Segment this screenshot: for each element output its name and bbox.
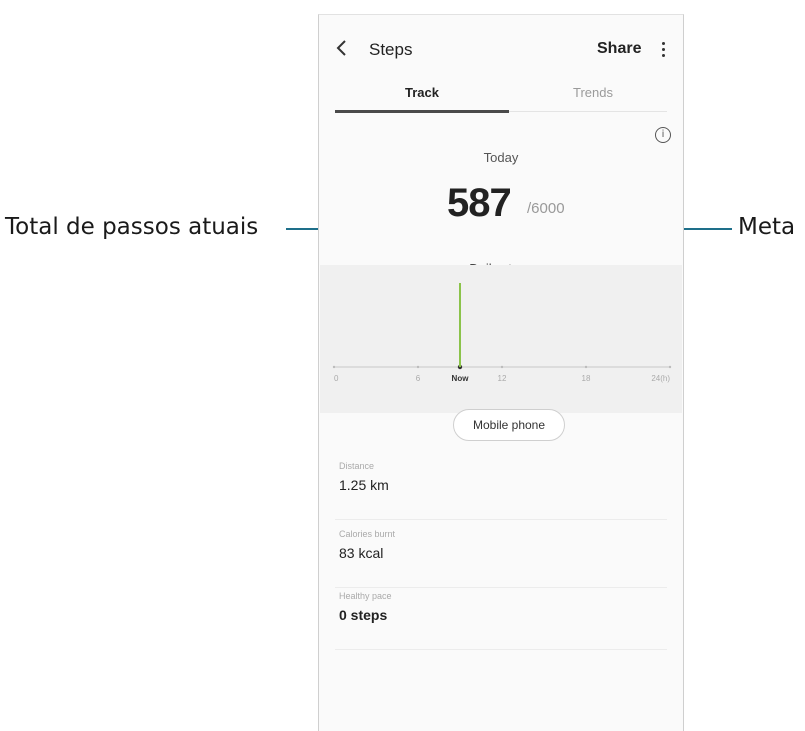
chart-tick-label: 18 xyxy=(582,374,591,383)
tab-trends[interactable]: Trends xyxy=(573,85,613,100)
chart-tick-mark xyxy=(668,365,672,369)
stat-label: Healthy pace xyxy=(339,591,392,601)
stat-label: Calories burnt xyxy=(339,529,396,539)
chart-bar xyxy=(459,283,461,367)
chart-tick-label: Now xyxy=(452,374,470,383)
period-label: Today xyxy=(483,150,519,165)
chart-tick-label: 12 xyxy=(498,374,507,383)
phone-screen: Steps Share Track Trends i Today 587 /60… xyxy=(318,14,684,731)
hourly-steps-chart: 0 6 Now 12 18 24(h) xyxy=(320,265,682,413)
stat-distance: Distance 1.25 km xyxy=(335,461,667,520)
stat-calories: Calories burnt 83 kcal xyxy=(335,529,667,588)
back-arrow-icon[interactable] xyxy=(335,39,349,57)
stat-value: 83 kcal xyxy=(339,545,384,561)
tab-track[interactable]: Track xyxy=(405,85,439,100)
tab-bar: Track Trends xyxy=(335,81,667,113)
tab-selected-indicator xyxy=(335,110,509,113)
chart-tick-mark xyxy=(332,365,336,369)
share-button[interactable]: Share xyxy=(597,40,641,58)
chart-tick-mark xyxy=(416,365,420,369)
stat-value: 1.25 km xyxy=(339,477,389,493)
stat-value: 0 steps xyxy=(339,607,388,623)
page-title: Steps xyxy=(369,40,413,59)
mobile-phone-source-button[interactable]: Mobile phone xyxy=(453,409,565,441)
callout-current-steps: Total de passos atuais xyxy=(5,214,259,240)
app-bar: Steps Share xyxy=(319,15,683,77)
more-options-icon[interactable] xyxy=(655,39,671,59)
chart-tick-label: 6 xyxy=(416,374,421,383)
chart-canvas: 0 6 Now 12 18 24(h) xyxy=(332,283,672,383)
callout-goal: Meta xyxy=(738,214,796,240)
stat-healthy-pace: Healthy pace 0 steps xyxy=(335,591,667,650)
chart-tick-mark xyxy=(500,365,504,369)
current-steps-value: 587 xyxy=(447,181,512,225)
stat-label: Distance xyxy=(339,461,375,471)
info-icon[interactable]: i xyxy=(655,127,671,143)
chart-tick-mark xyxy=(584,365,588,369)
chart-tick-label: 0 xyxy=(334,374,339,383)
chart-tick-label: 24(h) xyxy=(651,374,670,383)
steps-goal-value: /6000 xyxy=(527,200,565,217)
